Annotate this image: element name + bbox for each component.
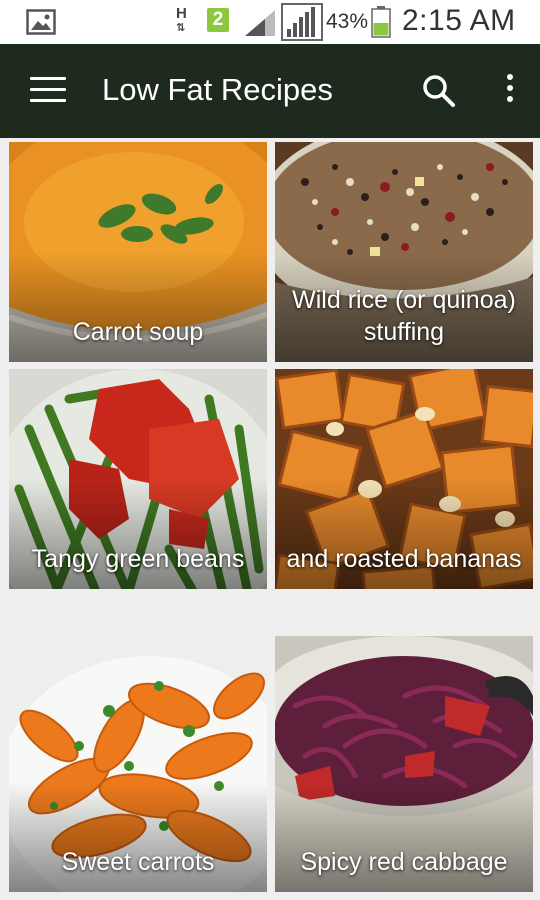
more-vert-icon[interactable]	[500, 74, 520, 108]
data-arrows-icon: H ⇅	[176, 5, 187, 34]
recipe-title: Tangy green beans	[31, 545, 245, 573]
recipe-title: and roasted bananas	[286, 545, 522, 573]
recipe-card-roasted-bananas[interactable]: and roasted bananas	[275, 369, 533, 589]
signal-icon	[281, 3, 323, 41]
clock: 2:15 AM	[402, 4, 516, 37]
page-title: Low Fat Recipes	[102, 72, 333, 107]
network-type: H	[176, 5, 187, 22]
recipe-card-wild-rice-stuffing[interactable]: Wild rice (or quinoa) stuffing	[275, 142, 533, 362]
search-icon[interactable]	[422, 74, 456, 108]
recipe-card-sweet-carrots[interactable]: Sweet carrots	[9, 636, 267, 892]
menu-icon[interactable]	[30, 77, 66, 105]
sim-badge: 2	[207, 8, 229, 32]
signal-icon	[245, 10, 275, 36]
recipe-grid: Carrot soup Wild rice (or quinoa) stuffi…	[0, 138, 540, 900]
recipe-card-carrot-soup[interactable]: Carrot soup	[9, 142, 267, 362]
recipe-title: Spicy red cabbage	[300, 848, 508, 876]
status-bar: H ⇅ 2 43% 2:15 AM	[0, 0, 540, 44]
recipe-card-tangy-green-beans[interactable]: Tangy green beans	[9, 369, 267, 589]
recipe-title: Wild rice (or quinoa) stuffing	[292, 286, 516, 346]
recipe-title: Carrot soup	[72, 318, 204, 346]
battery-percent: 43%	[326, 10, 369, 33]
gallery-icon	[26, 9, 56, 35]
recipe-card-spicy-red-cabbage[interactable]: Spicy red cabbage	[275, 636, 533, 892]
recipe-title: Sweet carrots	[61, 848, 215, 876]
battery-icon	[371, 6, 391, 38]
app-bar: Low Fat Recipes	[0, 44, 540, 138]
